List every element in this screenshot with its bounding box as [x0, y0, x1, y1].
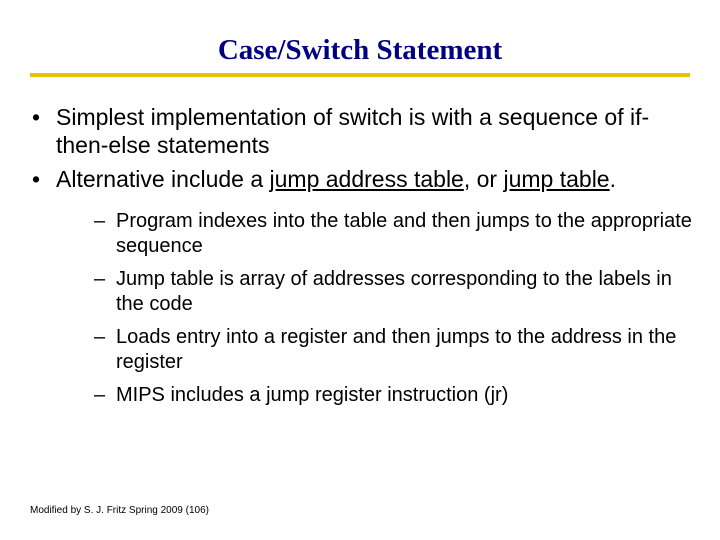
- underlined-term: jump address table: [270, 166, 464, 192]
- sub-bullet-text: Program indexes into the table and then …: [116, 210, 692, 257]
- title-wrap: Case/Switch Statement: [0, 0, 720, 69]
- sub-bullet-text: MIPS includes a jump register instructio…: [116, 384, 508, 406]
- bullet-text-post: .: [610, 166, 616, 192]
- bullet-list: Simplest implementation of switch is wit…: [26, 103, 694, 408]
- bullet-item: Simplest implementation of switch is wit…: [26, 103, 694, 159]
- sub-bullet-item: MIPS includes a jump register instructio…: [90, 383, 694, 408]
- sub-bullet-item: Jump table is array of addresses corresp…: [90, 267, 694, 317]
- sub-bullet-text: Loads entry into a register and then jum…: [116, 326, 676, 373]
- sub-bullet-list: Program indexes into the table and then …: [56, 209, 694, 408]
- bullet-text: Simplest implementation of switch is wit…: [56, 104, 649, 158]
- slide: Case/Switch Statement Simplest implement…: [0, 0, 720, 540]
- sub-bullet-text: Jump table is array of addresses corresp…: [116, 268, 672, 315]
- underlined-term: jump table: [503, 166, 609, 192]
- bullet-text-mid: , or: [464, 166, 504, 192]
- sub-bullet-item: Program indexes into the table and then …: [90, 209, 694, 259]
- bullet-item: Alternative include a jump address table…: [26, 165, 694, 408]
- bullet-text-pre: Alternative include a: [56, 166, 270, 192]
- slide-body: Simplest implementation of switch is wit…: [0, 77, 720, 408]
- slide-title: Case/Switch Statement: [212, 34, 508, 69]
- footer-text: Modified by S. J. Fritz Spring 2009 (106…: [30, 505, 209, 516]
- sub-bullet-item: Loads entry into a register and then jum…: [90, 325, 694, 375]
